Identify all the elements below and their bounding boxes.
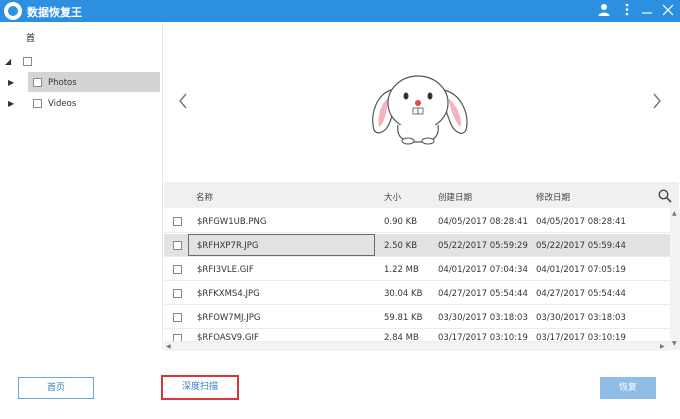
horizontal-scrollbar[interactable]: ◀ ▶: [164, 342, 670, 351]
bunny-mascot-image: [366, 70, 476, 145]
scroll-left-icon[interactable]: ◀: [166, 343, 171, 350]
row-checkbox[interactable]: [173, 241, 182, 250]
chevron-right-icon[interactable]: [652, 90, 662, 114]
column-header-name[interactable]: 名称: [196, 191, 213, 203]
created-date: 05/22/2017 05:59:29: [438, 241, 528, 251]
deep-scan-button[interactable]: 深度扫描: [161, 375, 239, 400]
title-bar: 数据恢复王: [0, 0, 680, 22]
modified-date: 04/05/2017 08:28:41: [536, 217, 626, 227]
modified-date: 05/22/2017 05:59:44: [536, 241, 626, 251]
created-date: 03/30/2017 03:18:03: [438, 313, 528, 323]
file-size: 0.90 KB: [384, 217, 418, 227]
app-logo-icon: [4, 2, 22, 20]
expand-arrow-icon[interactable]: ▶: [8, 78, 14, 87]
modified-date: 03/17/2017 03:10:19: [536, 333, 626, 342]
user-icon[interactable]: [597, 3, 611, 19]
created-date: 04/05/2017 08:28:41: [438, 217, 528, 227]
sidebar-header-label: 首: [26, 34, 36, 44]
chevron-left-icon[interactable]: [178, 90, 188, 114]
more-vert-icon[interactable]: [620, 3, 634, 19]
search-icon[interactable]: [658, 189, 672, 206]
modified-date: 04/01/2017 07:05:19: [536, 265, 626, 275]
tree-item-label: Photos: [48, 78, 77, 88]
row-checkbox[interactable]: [173, 217, 182, 226]
table-row[interactable]: $RFGW1UB.PNG 0.90 KB 04/05/2017 08:28:41…: [164, 210, 670, 233]
file-name: $RFHXP7R.JPG: [197, 241, 259, 251]
file-name: $RFI3VLE.GIF: [197, 265, 254, 275]
root-checkbox[interactable]: [23, 57, 32, 66]
scroll-right-icon[interactable]: ▶: [660, 343, 665, 350]
sidebar-divider: [162, 22, 163, 350]
recover-button[interactable]: 恢复: [600, 377, 656, 399]
file-name: $RFOW7MJ.JPG: [197, 313, 261, 323]
file-size: 1.22 MB: [384, 265, 419, 275]
photos-checkbox[interactable]: [33, 78, 42, 87]
table-row[interactable]: $RFKXMS4.JPG 30.04 KB 04/27/2017 05:54:4…: [164, 282, 670, 305]
expand-arrow-icon[interactable]: ▶: [8, 99, 14, 108]
row-checkbox[interactable]: [173, 289, 182, 298]
row-checkbox[interactable]: [173, 313, 182, 322]
table-row[interactable]: $RFHXP7R.JPG 2.50 KB 05/22/2017 05:59:29…: [164, 234, 670, 257]
minimize-icon[interactable]: [640, 3, 654, 19]
file-size: 2.50 KB: [384, 241, 418, 251]
vertical-scrollbar[interactable]: ▲ ▼: [670, 208, 680, 350]
created-date: 03/17/2017 03:10:19: [438, 333, 528, 342]
home-button[interactable]: 首页: [18, 377, 94, 399]
table-header: 名称 大小 创建日期 修改日期: [164, 182, 679, 208]
scroll-down-icon[interactable]: ▼: [672, 340, 677, 347]
created-date: 04/27/2017 05:54:44: [438, 289, 528, 299]
table-row[interactable]: $RFOASV9.GIF 2.84 MB 03/17/2017 03:10:19…: [164, 330, 670, 342]
row-checkbox[interactable]: [173, 334, 182, 341]
app-title: 数据恢复王: [27, 6, 82, 19]
file-size: 59.81 KB: [384, 313, 423, 323]
file-name: $RFKXMS4.JPG: [197, 289, 260, 299]
table-row[interactable]: $RFI3VLE.GIF 1.22 MB 04/01/2017 07:04:34…: [164, 258, 670, 281]
row-checkbox[interactable]: [173, 265, 182, 274]
created-date: 04/01/2017 07:04:34: [438, 265, 528, 275]
collapse-arrow-icon[interactable]: ◢: [5, 57, 11, 66]
close-icon[interactable]: [661, 3, 675, 19]
file-name: $RFGW1UB.PNG: [197, 217, 267, 227]
column-header-created[interactable]: 创建日期: [438, 191, 472, 203]
file-name: $RFOASV9.GIF: [197, 333, 259, 342]
file-size: 2.84 MB: [384, 333, 419, 342]
table-row[interactable]: $RFOW7MJ.JPG 59.81 KB 03/30/2017 03:18:0…: [164, 306, 670, 329]
scroll-up-icon[interactable]: ▲: [672, 210, 677, 217]
tree-item-label: Videos: [48, 99, 77, 109]
videos-checkbox[interactable]: [33, 99, 42, 108]
modified-date: 04/27/2017 05:54:44: [536, 289, 626, 299]
file-size: 30.04 KB: [384, 289, 423, 299]
modified-date: 03/30/2017 03:18:03: [536, 313, 626, 323]
column-header-modified[interactable]: 修改日期: [536, 191, 570, 203]
column-header-size[interactable]: 大小: [384, 191, 401, 203]
